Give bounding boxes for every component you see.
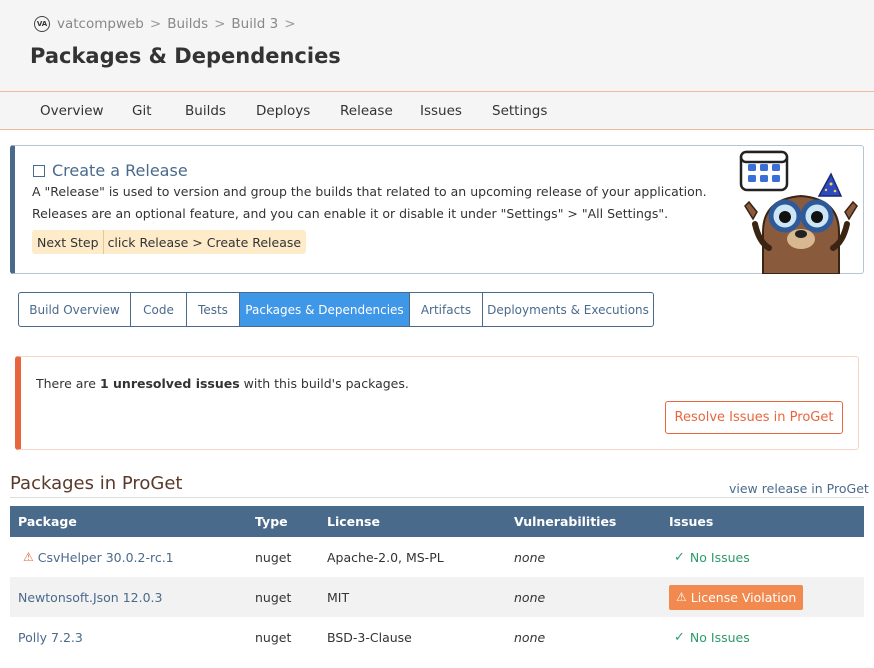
package-type: nuget	[255, 629, 292, 645]
nav-deploys[interactable]: Deploys	[256, 103, 310, 119]
package-link[interactable]: CsvHelper 30.0.2-rc.1	[38, 550, 174, 565]
packages-table: Package Type License Vulnerabilities Iss…	[10, 506, 864, 657]
breadcrumb-separator: >	[149, 16, 162, 32]
next-step-label: Next Step	[32, 230, 104, 254]
breadcrumb-separator: >	[284, 16, 296, 32]
issues-count: 1 unresolved issues	[99, 376, 240, 391]
column-header-license: License	[327, 514, 380, 529]
package-link[interactable]: Polly 7.2.3	[18, 630, 83, 645]
package-license: BSD-3-Clause	[327, 629, 412, 645]
breadcrumb-builds[interactable]: Builds	[167, 16, 208, 32]
no-issues-status: ✓ No Issues	[674, 630, 750, 645]
mascot-illustration	[739, 150, 858, 274]
package-type: nuget	[255, 549, 292, 565]
page-title: Packages & Dependencies	[30, 44, 341, 68]
check-icon: ✓	[674, 549, 685, 565]
create-release-title[interactable]: Create a Release	[52, 161, 188, 180]
checkbox-icon	[33, 164, 45, 177]
package-vulnerabilities: none	[514, 589, 546, 605]
tab-deployments-executions[interactable]: Deployments & Executions	[483, 293, 653, 326]
issue-status-label: No Issues	[689, 629, 750, 645]
issues-cell: ✓ No Issues	[674, 617, 750, 657]
breadcrumb-project[interactable]: vatcompweb	[57, 16, 144, 32]
package-cell: Newtonsoft.Json 12.0.3	[18, 577, 162, 617]
package-vulnerabilities: none	[514, 629, 546, 645]
issue-status-label: No Issues	[689, 549, 750, 565]
table-row: Newtonsoft.Json 12.0.3 nuget MIT none ⚠ L…	[10, 577, 864, 617]
create-release-banner: Create a Release A "Release" is used to …	[10, 145, 864, 274]
page-header: VA vatcompweb > Builds > Build 3 > Packa…	[0, 0, 874, 91]
next-step-hint: Next Step click Release > Create Release	[32, 230, 307, 254]
nav-git[interactable]: Git	[132, 103, 152, 119]
table-header: Package Type License Vulnerabilities Iss…	[10, 506, 864, 537]
nav-issues[interactable]: Issues	[420, 103, 462, 119]
table-row: ⚠ CsvHelper 30.0.2-rc.1 nuget Apache-2.0…	[10, 537, 864, 577]
tab-tests[interactable]: Tests	[187, 293, 240, 326]
warning-icon: ⚠	[676, 590, 687, 604]
breadcrumb-separator: >	[214, 16, 226, 32]
release-description: A "Release" is used to version and group…	[32, 184, 707, 199]
section-divider	[10, 497, 864, 498]
app-logo-icon[interactable]: VA	[34, 16, 50, 32]
column-header-vulnerabilities: Vulnerabilities	[514, 514, 617, 529]
resolve-issues-button[interactable]: Resolve Issues in ProGet	[665, 401, 843, 434]
package-vulnerabilities: none	[514, 549, 546, 565]
tab-artifacts[interactable]: Artifacts	[410, 293, 483, 326]
column-header-type: Type	[255, 514, 288, 529]
column-header-issues: Issues	[669, 514, 714, 529]
tab-build-overview[interactable]: Build Overview	[19, 293, 131, 326]
package-license: MIT	[327, 589, 350, 605]
issues-cell: ⚠ License Violation	[669, 577, 804, 617]
nav-builds[interactable]: Builds	[185, 103, 226, 119]
build-tabs: Build Overview Code Tests Packages & Dep…	[18, 292, 654, 327]
main-nav: Overview Git Builds Deploys Release Issu…	[0, 91, 874, 130]
package-link[interactable]: Newtonsoft.Json 12.0.3	[18, 590, 162, 605]
nav-settings[interactable]: Settings	[492, 103, 547, 119]
issues-cell: ✓ No Issues	[674, 537, 750, 577]
create-release-link[interactable]: Create a Release	[33, 161, 188, 180]
package-cell: ⚠ CsvHelper 30.0.2-rc.1	[23, 537, 174, 577]
column-header-package: Package	[18, 514, 77, 529]
next-step-value: click Release > Create Release	[107, 234, 302, 250]
breadcrumb-build[interactable]: Build 3	[231, 16, 278, 32]
breadcrumb: VA vatcompweb > Builds > Build 3 >	[34, 16, 302, 32]
table-row: Polly 7.2.3 nuget BSD-3-Clause none ✓ No …	[10, 617, 864, 657]
issues-message-suffix: with this build's packages.	[239, 376, 409, 391]
tab-packages-dependencies[interactable]: Packages & Dependencies	[240, 293, 410, 326]
package-cell: Polly 7.2.3	[18, 617, 83, 657]
view-release-link[interactable]: view release in ProGet	[729, 481, 869, 496]
no-issues-status: ✓ No Issues	[674, 550, 750, 565]
package-license: Apache-2.0, MS-PL	[327, 549, 444, 565]
issues-message: There are 1 unresolved issues with this …	[36, 376, 409, 391]
issues-message-prefix: There are	[36, 376, 100, 391]
unresolved-issues-alert: There are 1 unresolved issues with this …	[15, 356, 859, 450]
warning-icon: ⚠	[23, 550, 34, 564]
issue-status-label[interactable]: License Violation	[691, 590, 797, 605]
nav-overview[interactable]: Overview	[40, 103, 104, 119]
check-icon: ✓	[674, 629, 685, 645]
package-type: nuget	[255, 589, 292, 605]
packages-section-title: Packages in ProGet	[10, 473, 183, 494]
release-description-settings: Releases are an optional feature, and yo…	[32, 206, 669, 221]
license-violation-badge[interactable]: ⚠ License Violation	[669, 584, 804, 610]
nav-release[interactable]: Release	[340, 103, 393, 119]
calendar-icon	[739, 150, 789, 192]
tab-code[interactable]: Code	[131, 293, 187, 326]
